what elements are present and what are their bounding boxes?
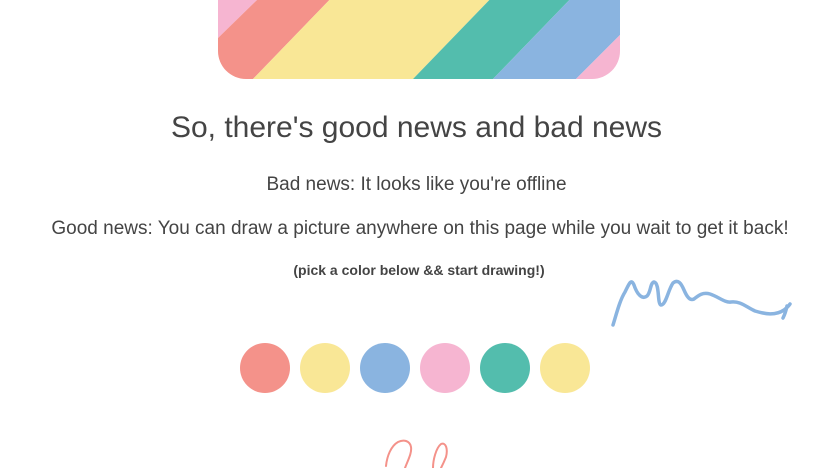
good-news-text: Good news: You can draw a picture anywhe… [51,218,789,239]
rainbow-banner [218,0,620,79]
color-swatch-blue[interactable] [360,343,410,393]
page-title: So, there's good news and bad news [170,111,663,144]
bad-news-text: Bad news: It looks like you're offline [266,174,567,195]
rainbow-stripes-graphic [218,0,620,79]
color-swatch-pink[interactable] [420,343,470,393]
color-swatch-red[interactable] [240,343,290,393]
blue-scribble-stroke [611,279,792,327]
red-scribble-stroke-1 [385,439,413,468]
offline-page[interactable]: So, there's good news and bad news Bad n… [0,0,833,468]
color-palette [240,343,590,393]
red-scribble-stroke-2 [432,442,448,468]
color-swatch-teal[interactable] [480,343,530,393]
color-swatch-yellow-2[interactable] [540,343,590,393]
drawing-hint: (pick a color below && start drawing!) [293,262,545,278]
color-swatch-yellow[interactable] [300,343,350,393]
